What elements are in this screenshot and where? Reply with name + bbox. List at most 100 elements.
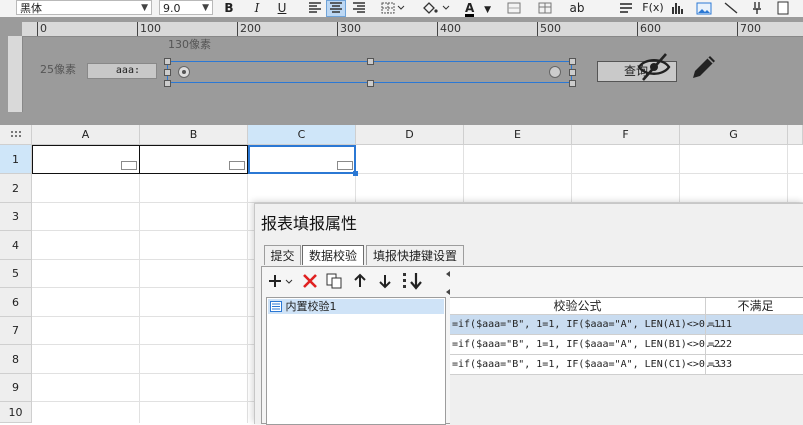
resize-handle[interactable] [367, 58, 374, 65]
column-header-g[interactable]: G [680, 125, 788, 145]
insert-image-button[interactable] [695, 0, 713, 17]
ruler-tick: 500 [537, 22, 561, 36]
cell-widget-marker [229, 161, 245, 170]
text-color-button[interactable]: A ▼ [460, 0, 496, 17]
sort-button[interactable] [402, 271, 424, 291]
table-row[interactable]: =if($aaa="B", 1=1, IF($aaa="A", LEN(A1)<… [450, 315, 803, 335]
column-header-h[interactable] [788, 125, 803, 145]
add-button[interactable] [268, 272, 298, 290]
tab-submit[interactable]: 提交 [264, 245, 301, 265]
list-button[interactable] [617, 0, 635, 17]
align-right-button[interactable] [350, 0, 368, 17]
resize-handle[interactable] [164, 80, 171, 87]
splitter-arrows-icon[interactable] [445, 270, 451, 296]
insert-chart-button[interactable] [670, 0, 686, 17]
move-down-button[interactable] [376, 272, 394, 290]
column-header-a[interactable]: A [32, 125, 140, 145]
ruler-tick: 400 [437, 22, 461, 36]
column-header-formula[interactable]: 校验公式 [450, 298, 706, 315]
cell-a1[interactable] [32, 145, 140, 174]
align-left-button[interactable] [306, 0, 324, 17]
fill-handle[interactable] [353, 171, 358, 176]
message-cell[interactable]: =333 [708, 355, 732, 374]
row-header-10[interactable]: 10 [0, 402, 32, 423]
font-size-select[interactable]: 9.0 ▼ [159, 0, 213, 15]
message-cell[interactable]: =111 [708, 315, 732, 334]
formula-button[interactable]: F(x) [642, 0, 664, 17]
border-button[interactable] [380, 0, 408, 17]
row-header-1[interactable]: 1 [0, 145, 32, 174]
column-header-d[interactable]: D [356, 125, 464, 145]
resize-handle[interactable] [569, 58, 576, 65]
ruler-tick: 100 [137, 22, 161, 36]
grid-dots-icon [10, 131, 21, 137]
row-header-8[interactable]: 8 [0, 345, 32, 374]
border-grid-icon [381, 2, 405, 14]
row-header-4[interactable]: 4 [0, 231, 32, 260]
align-left-icon [309, 2, 321, 13]
resize-handle[interactable] [164, 69, 171, 76]
tab-shortcut-settings[interactable]: 填报快捷键设置 [366, 245, 464, 265]
table-row[interactable]: =if($aaa="B", 1=1, IF($aaa="A", LEN(B1)<… [450, 335, 803, 355]
table-row[interactable]: =if($aaa="B", 1=1, IF($aaa="A", LEN(C1)<… [450, 355, 803, 375]
column-header-message[interactable]: 不满足 [706, 298, 803, 315]
width-measure-label: 130像素 [168, 38, 211, 51]
move-up-button[interactable] [351, 272, 369, 290]
page-button[interactable] [775, 0, 791, 17]
fill-color-button[interactable] [420, 0, 454, 17]
underline-button[interactable]: U [274, 0, 290, 17]
column-header-b[interactable]: B [140, 125, 248, 145]
formatting-toolbar: 黑体 ▼ 9.0 ▼ B I U A ▼ ab F(x) [0, 0, 803, 18]
radio-option-icon[interactable] [177, 65, 191, 79]
list-item[interactable]: 内置校验1 [268, 299, 444, 314]
parameter-label-widget[interactable]: aaa: [87, 63, 157, 79]
tab-data-validation[interactable]: 数据校验 [302, 245, 364, 265]
copy-button[interactable] [325, 272, 343, 290]
ruler-tick: 600 [637, 22, 661, 36]
formula-cell[interactable]: =if($aaa="B", 1=1, IF($aaa="A", LEN(A1)<… [452, 315, 723, 334]
delete-button[interactable] [301, 272, 319, 290]
formula-cell[interactable]: =if($aaa="B", 1=1, IF($aaa="A", LEN(B1)<… [452, 335, 723, 354]
row-header-6[interactable]: 6 [0, 288, 32, 317]
row-header-9[interactable]: 9 [0, 374, 32, 402]
font-family-select[interactable]: 黑体 ▼ [16, 0, 152, 15]
dialog-title: 报表填报属性 [261, 214, 358, 233]
column-header-f[interactable]: F [572, 125, 680, 145]
eye-hidden-icon[interactable] [636, 51, 672, 83]
select-all-corner[interactable] [0, 125, 32, 145]
pencil-edit-icon[interactable] [688, 51, 720, 83]
message-cell[interactable]: =222 [708, 335, 732, 354]
image-icon [696, 2, 712, 15]
horizontal-ruler: 0 100 200 300 400 500 600 700 [22, 22, 803, 37]
resize-handle[interactable] [569, 80, 576, 87]
pin-button[interactable] [748, 0, 766, 17]
chevron-down-icon: ▼ [484, 5, 492, 15]
height-measure-label: 25像素 [40, 63, 76, 76]
row-header-2[interactable]: 2 [0, 174, 32, 203]
merge-cells-button[interactable] [505, 0, 523, 17]
italic-button[interactable]: I [249, 0, 265, 17]
radio-option-icon[interactable] [548, 65, 562, 79]
column-header-e[interactable]: E [464, 125, 572, 145]
resize-handle[interactable] [367, 80, 374, 87]
resize-handle[interactable] [164, 58, 171, 65]
row-header-7[interactable]: 7 [0, 317, 32, 345]
bold-button[interactable]: B [221, 0, 237, 17]
bar-chart-icon [672, 3, 683, 14]
paint-bucket-icon [423, 2, 450, 14]
arrow-down-icon [379, 275, 391, 289]
column-header-c[interactable]: C [248, 125, 356, 145]
row-header-5[interactable]: 5 [0, 260, 32, 288]
font-size-value: 9.0 [163, 2, 181, 15]
text-abc-button[interactable]: ab [568, 0, 586, 17]
cell-b1[interactable] [139, 145, 248, 174]
insert-table-button[interactable] [536, 0, 554, 17]
slash-line-button[interactable] [722, 0, 740, 17]
formula-cell[interactable]: =if($aaa="B", 1=1, IF($aaa="A", LEN(C1)<… [452, 355, 723, 374]
row-header-3[interactable]: 3 [0, 203, 32, 231]
report-fill-properties-dialog: 报表填报属性 提交 数据校验 填报快捷键设置 内置校验1 校验公式 不满足 =i… [254, 203, 803, 425]
align-center-button[interactable] [326, 0, 346, 17]
cell-c1-selected[interactable] [248, 145, 356, 174]
list-lines-icon [620, 3, 632, 13]
resize-handle[interactable] [569, 69, 576, 76]
